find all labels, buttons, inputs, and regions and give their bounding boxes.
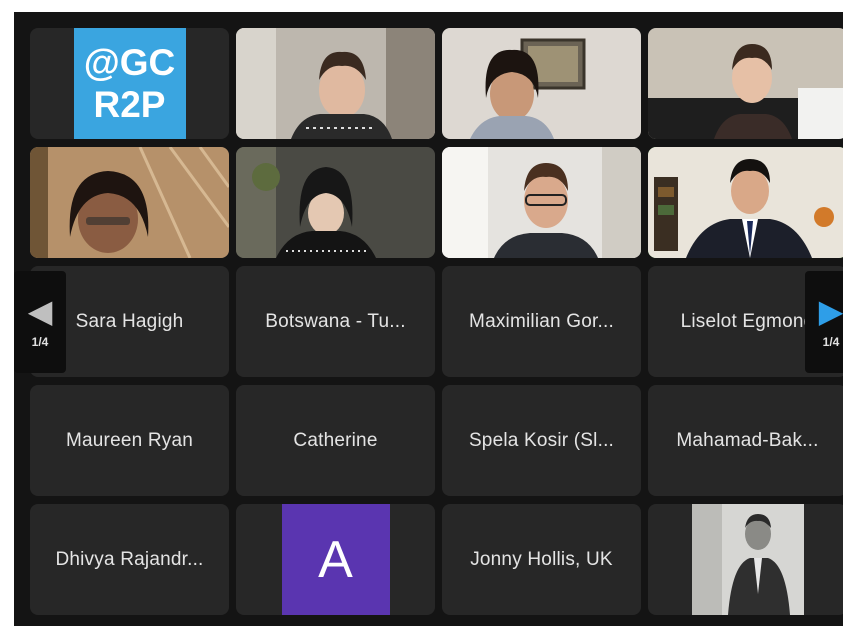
participant-name: Jonny Hollis, UK [470, 548, 613, 570]
chevron-left-icon: ◀ [27, 293, 53, 329]
participant-tile[interactable]: Mahamad-Bak... [648, 385, 843, 496]
video-feed [442, 147, 641, 258]
participant-name: Spela Kosir (Sl... [468, 429, 615, 451]
participant-video-tile[interactable] [442, 28, 641, 139]
participant-tile[interactable]: Botswana - Tu... [236, 266, 435, 377]
video-feed [236, 28, 435, 139]
avatar: A [281, 504, 390, 615]
next-page-button[interactable]: ▶ 1/4 [805, 271, 843, 373]
org-logo: @GC R2P [73, 28, 186, 139]
logo-line-2: R2P [93, 83, 166, 125]
video-feed [442, 28, 641, 139]
participant-video-tile[interactable] [30, 147, 229, 258]
participant-tile[interactable]: Dhivya Rajandr... [30, 504, 229, 615]
participant-tile[interactable]: Maureen Ryan [30, 385, 229, 496]
participant-video-tile-active-speaker[interactable] [648, 147, 843, 258]
participant-tile-logo[interactable]: @GC R2P [30, 28, 229, 139]
participant-name: Catherine [293, 429, 378, 451]
meeting-gallery-window: @GC R2P Sara Hagigh Botswana - Tu... Max… [14, 12, 843, 626]
logo-line-1: @GC [83, 41, 176, 83]
avatar-letter: A [318, 530, 353, 589]
participant-name: Maureen Ryan [65, 429, 194, 451]
video-feed [236, 147, 435, 258]
participant-tile[interactable]: Spela Kosir (Sl... [442, 385, 641, 496]
video-feed [30, 147, 229, 258]
video-feed [648, 147, 843, 258]
participant-video-tile[interactable] [648, 28, 843, 139]
page-indicator-left: 1/4 [31, 335, 49, 349]
participant-video-tile[interactable] [236, 147, 435, 258]
participant-tile[interactable]: Maximilian Gor... [442, 266, 641, 377]
profile-photo-image [691, 504, 804, 615]
chevron-right-icon: ▶ [818, 293, 843, 329]
participant-video-tile[interactable] [442, 147, 641, 258]
participant-video-tile[interactable] [236, 28, 435, 139]
video-feed [648, 28, 843, 139]
profile-photo [691, 504, 804, 615]
participant-name: Sara Hagigh [75, 310, 184, 332]
participant-tile-avatar[interactable]: A [236, 504, 435, 615]
participant-tile[interactable]: Catherine [236, 385, 435, 496]
participant-tile-photo[interactable] [648, 504, 843, 615]
participant-name: Maximilian Gor... [469, 310, 614, 332]
page-indicator-right: 1/4 [822, 335, 840, 349]
participant-tile[interactable]: Jonny Hollis, UK [442, 504, 641, 615]
prev-page-button[interactable]: ◀ 1/4 [14, 271, 66, 373]
participant-grid: @GC R2P Sara Hagigh Botswana - Tu... Max… [30, 28, 843, 615]
participant-name: Botswana - Tu... [265, 310, 406, 332]
participant-name: Mahamad-Bak... [676, 429, 819, 451]
participant-name: Dhivya Rajandr... [55, 548, 204, 570]
participant-name: Liselot Egmond [680, 310, 815, 332]
